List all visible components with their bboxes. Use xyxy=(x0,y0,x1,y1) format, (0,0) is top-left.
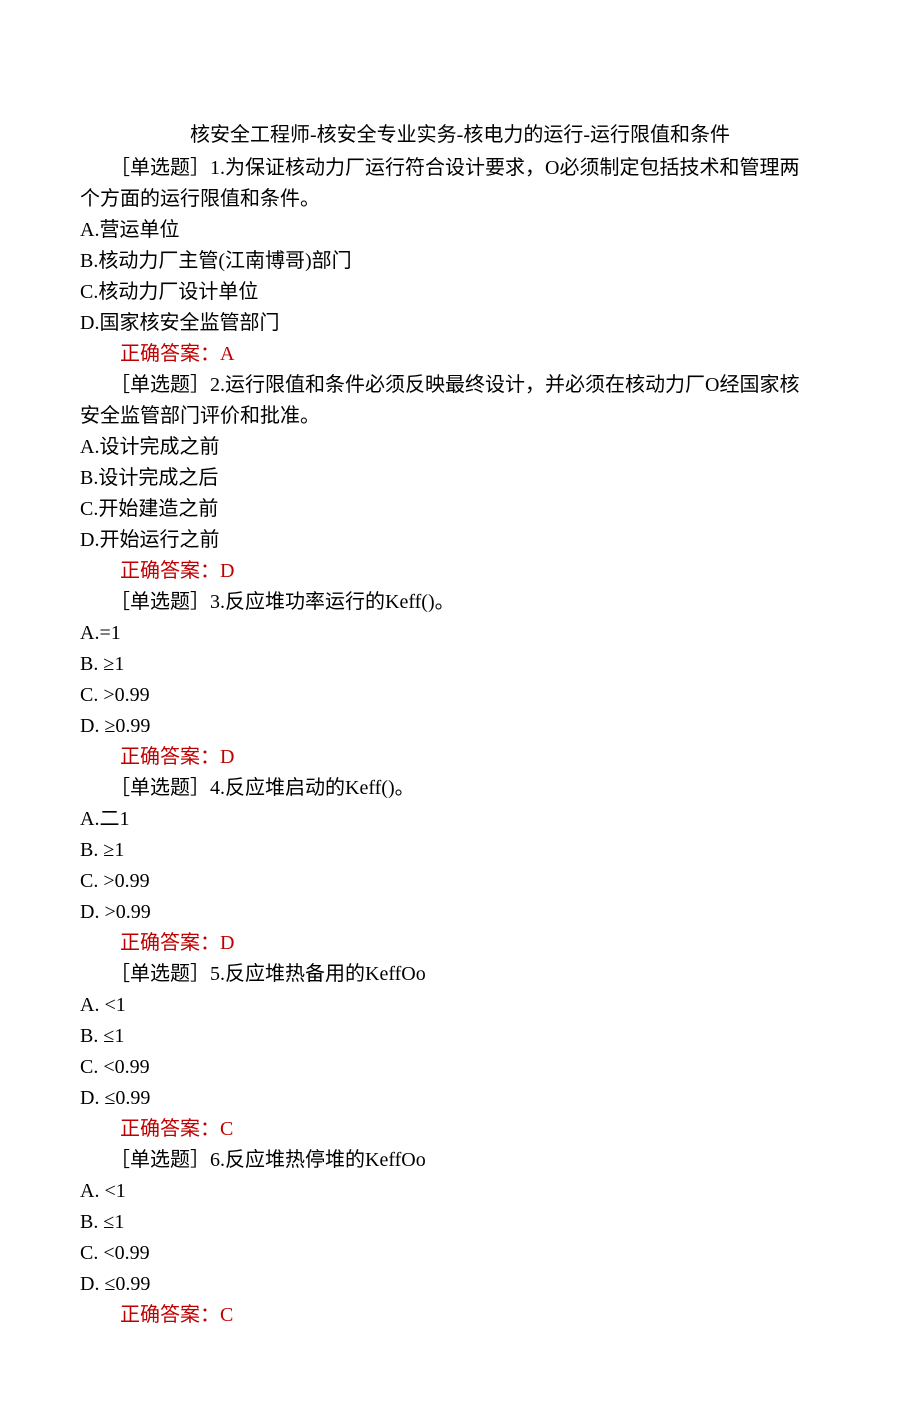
document-page: 核安全工程师-核安全专业实务-核电力的运行-运行限值和条件 ［单选题］1.为保证… xyxy=(0,0,920,1411)
option-a: A. <1 xyxy=(80,990,840,1021)
correct-answer: 正确答案：D xyxy=(80,556,840,587)
option-b: B.设计完成之后 xyxy=(80,463,840,494)
option-a: A.营运单位 xyxy=(80,215,840,246)
answer-value: C xyxy=(220,1304,233,1326)
option-b: B.核动力厂主管(江南博哥)部门 xyxy=(80,246,840,277)
option-c: C. <0.99 xyxy=(80,1052,840,1083)
question-text: 反应堆功率运行的Keff()。 xyxy=(225,591,455,613)
question-number: 3. xyxy=(210,591,225,613)
doc-title: 核安全工程师-核安全专业实务-核电力的运行-运行限值和条件 xyxy=(80,120,840,151)
question-stem: ［单选题］1.为保证核动力厂运行符合设计要求，O必须制定包括技术和管理两 xyxy=(80,153,840,184)
option-b: B. ≥1 xyxy=(80,649,840,680)
correct-answer: 正确答案：D xyxy=(80,928,840,959)
question-tag: ［单选题］ xyxy=(110,591,210,613)
answer-value: D xyxy=(220,746,234,768)
question-text: 反应堆热备用的KeffOo xyxy=(225,963,426,985)
option-d: D.开始运行之前 xyxy=(80,525,840,556)
question-stem-cont: 安全监管部门评价和批准。 xyxy=(80,401,840,432)
option-c: C.开始建造之前 xyxy=(80,494,840,525)
question-stem: ［单选题］5.反应堆热备用的KeffOo xyxy=(80,959,840,990)
answer-label: 正确答案： xyxy=(120,560,220,582)
question-number: 4. xyxy=(210,777,225,799)
option-b: B. ≥1 xyxy=(80,835,840,866)
option-b: B. ≤1 xyxy=(80,1207,840,1238)
option-c: C. <0.99 xyxy=(80,1238,840,1269)
option-c: C.核动力厂设计单位 xyxy=(80,277,840,308)
correct-answer: 正确答案：C xyxy=(80,1300,840,1331)
answer-label: 正确答案： xyxy=(120,343,220,365)
option-d: D. ≥0.99 xyxy=(80,711,840,742)
question-text: 反应堆热停堆的KeffOo xyxy=(225,1149,426,1171)
option-b: B. ≤1 xyxy=(80,1021,840,1052)
question-stem: ［单选题］4.反应堆启动的Keff()。 xyxy=(80,773,840,804)
option-c: C. >0.99 xyxy=(80,866,840,897)
answer-label: 正确答案： xyxy=(120,1304,220,1326)
option-a: A.=1 xyxy=(80,618,840,649)
question-stem: ［单选题］6.反应堆热停堆的KeffOo xyxy=(80,1145,840,1176)
question-stem: ［单选题］2.运行限值和条件必须反映最终设计，并必须在核动力厂O经国家核 xyxy=(80,370,840,401)
question-stem: ［单选题］3.反应堆功率运行的Keff()。 xyxy=(80,587,840,618)
option-a: A.二1 xyxy=(80,804,840,835)
question-tag: ［单选题］ xyxy=(110,777,210,799)
question-tag: ［单选题］ xyxy=(110,1149,210,1171)
question-list: ［单选题］1.为保证核动力厂运行符合设计要求，O必须制定包括技术和管理两个方面的… xyxy=(80,153,840,1331)
question-text: 为保证核动力厂运行符合设计要求，O必须制定包括技术和管理两 xyxy=(225,157,799,179)
answer-label: 正确答案： xyxy=(120,746,220,768)
correct-answer: 正确答案：A xyxy=(80,339,840,370)
question-tag: ［单选题］ xyxy=(110,963,210,985)
question-tag: ［单选题］ xyxy=(110,157,210,179)
option-d: D.国家核安全监管部门 xyxy=(80,308,840,339)
answer-value: C xyxy=(220,1118,233,1140)
correct-answer: 正确答案：C xyxy=(80,1114,840,1145)
question-number: 2. xyxy=(210,374,225,396)
question-number: 1. xyxy=(210,157,225,179)
answer-value: A xyxy=(220,343,234,365)
question-tag: ［单选题］ xyxy=(110,374,210,396)
answer-label: 正确答案： xyxy=(120,932,220,954)
answer-value: D xyxy=(220,560,234,582)
option-d: D. ≤0.99 xyxy=(80,1269,840,1300)
correct-answer: 正确答案：D xyxy=(80,742,840,773)
question-stem-cont: 个方面的运行限值和条件。 xyxy=(80,184,840,215)
question-text: 运行限值和条件必须反映最终设计，并必须在核动力厂O经国家核 xyxy=(225,374,799,396)
option-d: D. >0.99 xyxy=(80,897,840,928)
question-number: 6. xyxy=(210,1149,225,1171)
option-a: A.设计完成之前 xyxy=(80,432,840,463)
option-c: C. >0.99 xyxy=(80,680,840,711)
question-number: 5. xyxy=(210,963,225,985)
answer-value: D xyxy=(220,932,234,954)
option-d: D. ≤0.99 xyxy=(80,1083,840,1114)
answer-label: 正确答案： xyxy=(120,1118,220,1140)
question-text: 反应堆启动的Keff()。 xyxy=(225,777,415,799)
option-a: A. <1 xyxy=(80,1176,840,1207)
